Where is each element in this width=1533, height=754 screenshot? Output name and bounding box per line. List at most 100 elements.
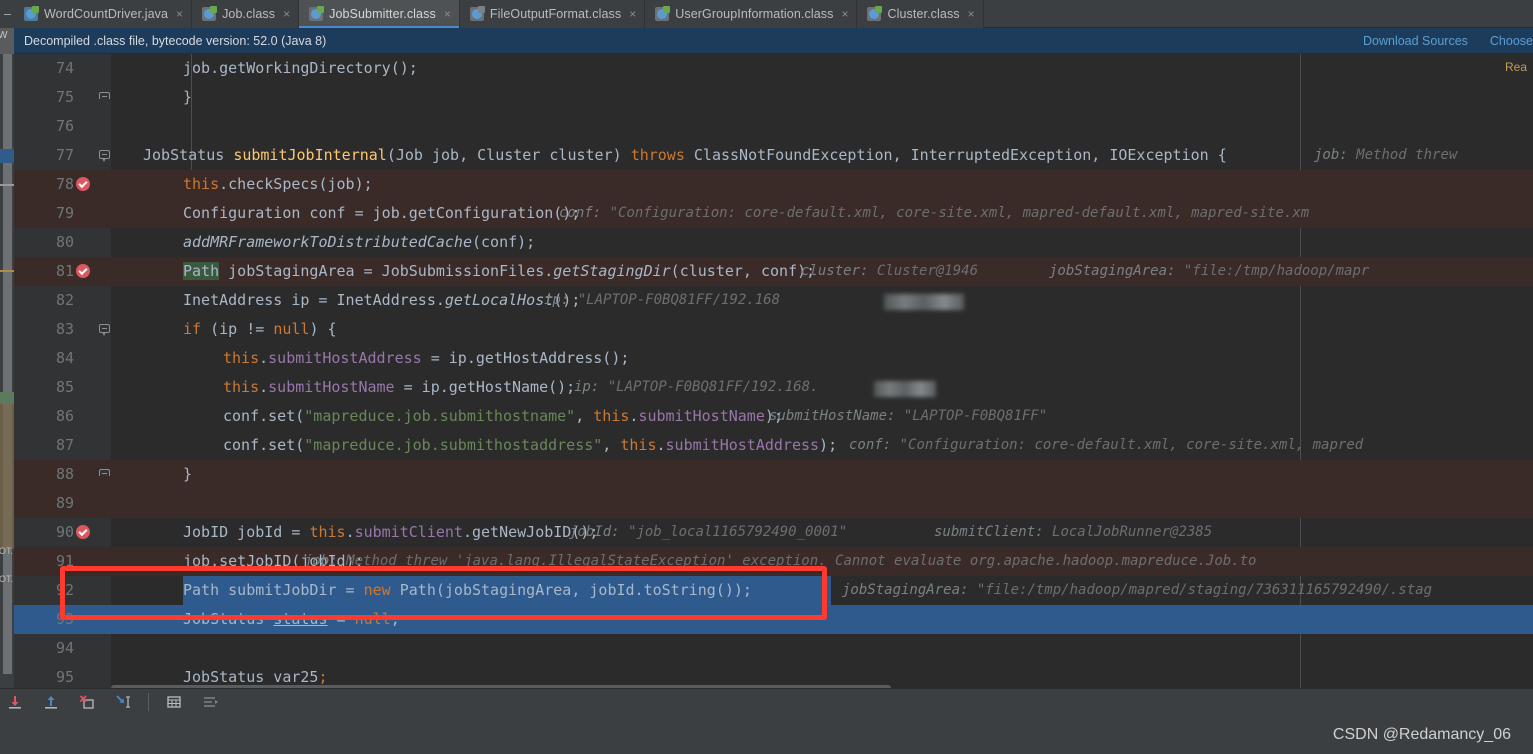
read-only-indicator: Rea bbox=[1504, 60, 1527, 74]
line-code: InetAddress ip = InetAddress.getLocalHos… bbox=[183, 291, 581, 309]
inline-hint-86: submitHostName: "LAPTOP-F0BQ81FF" bbox=[769, 408, 1048, 424]
line-code: } bbox=[183, 465, 193, 483]
inline-hint-91: job: Method threw 'java.lang.IllegalStat… bbox=[304, 553, 1257, 569]
inline-hint-92: jobStagingArea: "file:/tmp/hadoop/mapred… bbox=[842, 582, 1433, 598]
line-number: 85 bbox=[55, 378, 74, 396]
choose-sources-link[interactable]: Choose bbox=[1490, 34, 1533, 48]
step-out-icon[interactable] bbox=[40, 691, 62, 713]
code-line-94[interactable]: 94 bbox=[14, 634, 1533, 663]
line-number: 87 bbox=[55, 436, 74, 454]
code-line-92[interactable]: 92 Path submitJobDir = new Path(jobStagi… bbox=[14, 576, 1533, 605]
breakpoint-icon[interactable] bbox=[76, 177, 90, 191]
line-number: 91 bbox=[55, 552, 74, 570]
line-number: 84 bbox=[55, 349, 74, 367]
code-line-75[interactable]: 75 } bbox=[14, 83, 1533, 112]
line-code: this.submitHostAddress = ip.getHostAddre… bbox=[223, 349, 630, 367]
tab-label: JobSubmitter.class bbox=[329, 7, 436, 21]
code-line-76[interactable]: 76 bbox=[14, 112, 1533, 141]
line-number: 90 bbox=[55, 523, 74, 541]
line-code: job.setJobID(jobId); bbox=[183, 552, 364, 570]
evaluate-expression-icon[interactable] bbox=[163, 691, 185, 713]
line-number: 86 bbox=[55, 407, 74, 425]
line-number: 93 bbox=[55, 610, 74, 628]
code-editor[interactable]: 74 job.getWorkingDirectory(); 75 } 76 77… bbox=[14, 54, 1533, 694]
left-strip-label-2: OT. bbox=[0, 574, 14, 584]
code-line-83[interactable]: 83 if (ip != null) { bbox=[14, 315, 1533, 344]
close-icon[interactable]: × bbox=[966, 8, 975, 20]
tab-label: WordCountDriver.java bbox=[44, 7, 169, 21]
tab-fileoutputformat-class[interactable]: FileOutputFormat.class × bbox=[459, 0, 646, 28]
breakpoint-icon[interactable] bbox=[76, 264, 90, 278]
run-to-cursor-icon[interactable] bbox=[112, 691, 134, 713]
inline-hint-81-staging: jobStagingArea: "file:/tmp/hadoop/mapr bbox=[1049, 263, 1370, 279]
left-marker-1 bbox=[0, 184, 14, 186]
close-icon[interactable]: × bbox=[839, 8, 848, 20]
fold-end-icon[interactable] bbox=[99, 92, 110, 103]
code-line-91[interactable]: 91 job.setJobID(jobId); job: Method thre… bbox=[14, 547, 1533, 576]
line-code: JobStatus submitJobInternal(Job job, Clu… bbox=[143, 146, 1227, 164]
code-line-78[interactable]: 78 this.checkSpecs(job); bbox=[14, 170, 1533, 199]
code-line-88[interactable]: 88 } bbox=[14, 460, 1533, 489]
show-frames-icon[interactable] bbox=[199, 691, 221, 713]
code-line-85[interactable]: 85 this.submitHostName = ip.getHostName(… bbox=[14, 373, 1533, 402]
editor-left-strip[interactable]: OT. OT. bbox=[0, 54, 14, 694]
tab-wordcountdriver-java[interactable]: WordCountDriver.java × bbox=[14, 0, 193, 28]
left-marker-2 bbox=[0, 270, 14, 272]
code-line-79[interactable]: 79 Configuration conf = job.getConfigura… bbox=[14, 199, 1533, 228]
tab-jobsubmitter-class[interactable]: JobSubmitter.class × bbox=[299, 0, 460, 28]
left-marker-3 bbox=[0, 392, 14, 404]
close-icon[interactable]: × bbox=[281, 8, 290, 20]
code-line-82[interactable]: 82 InetAddress ip = InetAddress.getLocal… bbox=[14, 286, 1533, 315]
debugger-toolbar bbox=[0, 688, 1533, 715]
tab-usergroupinformation-class[interactable]: UserGroupInformation.class × bbox=[645, 0, 858, 28]
close-icon[interactable]: × bbox=[442, 8, 451, 20]
close-icon[interactable]: × bbox=[627, 8, 636, 20]
fold-start-icon[interactable] bbox=[99, 150, 110, 162]
line-number: 88 bbox=[55, 465, 74, 483]
fold-start-icon[interactable] bbox=[99, 324, 110, 336]
toolbar-divider bbox=[148, 693, 149, 711]
inline-hint-90-submitclient: submitClient: LocalJobRunner@2385 bbox=[934, 524, 1213, 540]
code-line-86[interactable]: 86 conf.set("mapreduce.job.submithostnam… bbox=[14, 402, 1533, 431]
line-number: 75 bbox=[55, 88, 74, 106]
line-code: Path submitJobDir = new Path(jobStagingA… bbox=[183, 581, 752, 599]
code-line-80[interactable]: 80 addMRFrameworkToDistributedCache(conf… bbox=[14, 228, 1533, 257]
tab-label: UserGroupInformation.class bbox=[675, 7, 834, 21]
notification-side-label: W bbox=[0, 29, 8, 41]
fold-end-icon[interactable] bbox=[99, 469, 110, 480]
line-number: 92 bbox=[55, 581, 74, 599]
line-code: Configuration conf = job.getConfiguratio… bbox=[183, 204, 581, 222]
breakpoint-icon[interactable] bbox=[76, 525, 90, 539]
tab-job-class[interactable]: Job.class × bbox=[192, 0, 300, 28]
tab-label: Cluster.class bbox=[887, 7, 960, 21]
force-step-over-icon[interactable] bbox=[76, 691, 98, 713]
step-into-icon[interactable] bbox=[4, 691, 26, 713]
line-number: 78 bbox=[55, 175, 74, 193]
class-file-icon bbox=[655, 6, 671, 21]
code-line-90[interactable]: 90 JobID jobId = this.submitClient.getNe… bbox=[14, 518, 1533, 547]
notification-message: Decompiled .class file, bytecode version… bbox=[24, 33, 327, 48]
code-line-89[interactable]: 89 bbox=[14, 489, 1533, 518]
inline-hint-85: ip: "LAPTOP-F0BQ81FF/192.168. bbox=[574, 379, 819, 395]
tab-cluster-class[interactable]: Cluster.class × bbox=[857, 0, 984, 28]
code-line-84[interactable]: 84 this.submitHostAddress = ip.getHostAd… bbox=[14, 344, 1533, 373]
collapse-dash-icon bbox=[3, 13, 11, 15]
editor-tab-bar: WordCountDriver.java × Job.class × JobSu… bbox=[0, 0, 1533, 28]
download-sources-link[interactable]: Download Sources bbox=[1363, 34, 1468, 48]
code-line-81[interactable]: 81 Path jobStagingArea = JobSubmissionFi… bbox=[14, 257, 1533, 286]
code-line-93[interactable]: 93 JobStatus status = null; bbox=[14, 605, 1533, 634]
line-number: 74 bbox=[55, 59, 74, 77]
class-file-icon bbox=[309, 6, 325, 21]
code-line-77[interactable]: 77 JobStatus submitJobInternal(Job job, … bbox=[14, 141, 1533, 170]
code-line-87[interactable]: 87 conf.set("mapreduce.job.submithostadd… bbox=[14, 431, 1533, 460]
tab-label: FileOutputFormat.class bbox=[489, 7, 622, 21]
line-code: addMRFrameworkToDistributedCache(conf); bbox=[183, 233, 536, 251]
inline-hint-77: job: Method threw bbox=[1314, 147, 1458, 163]
code-line-74[interactable]: 74 job.getWorkingDirectory(); bbox=[14, 54, 1533, 83]
ide-window: WordCountDriver.java × Job.class × JobSu… bbox=[0, 0, 1533, 754]
line-code: Path jobStagingArea = JobSubmissionFiles… bbox=[183, 262, 816, 280]
close-icon[interactable]: × bbox=[174, 8, 183, 20]
line-code: JobStatus status = null; bbox=[183, 610, 400, 628]
line-code: conf.set("mapreduce.job.submithostaddres… bbox=[223, 436, 838, 454]
